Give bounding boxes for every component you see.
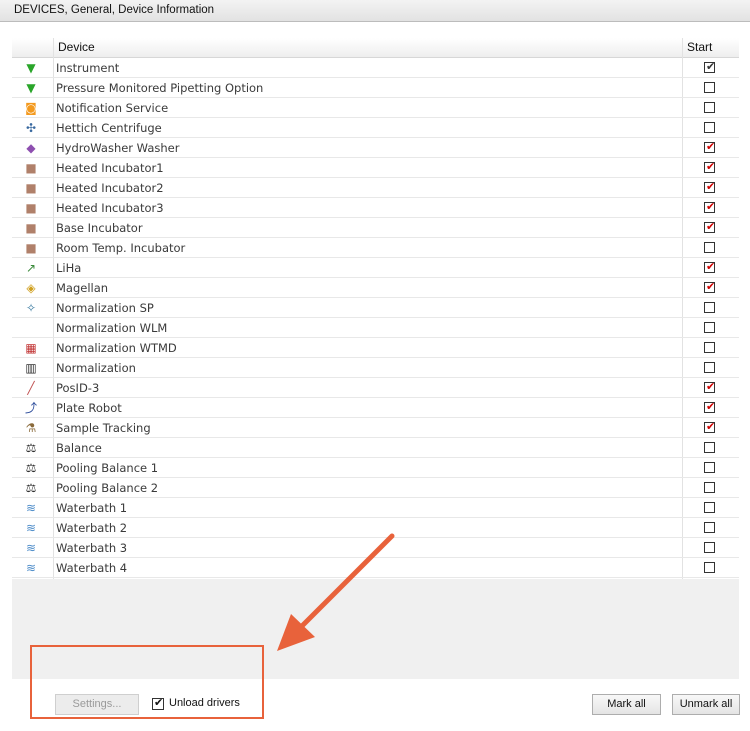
annotation-arrow-icon — [277, 533, 395, 651]
